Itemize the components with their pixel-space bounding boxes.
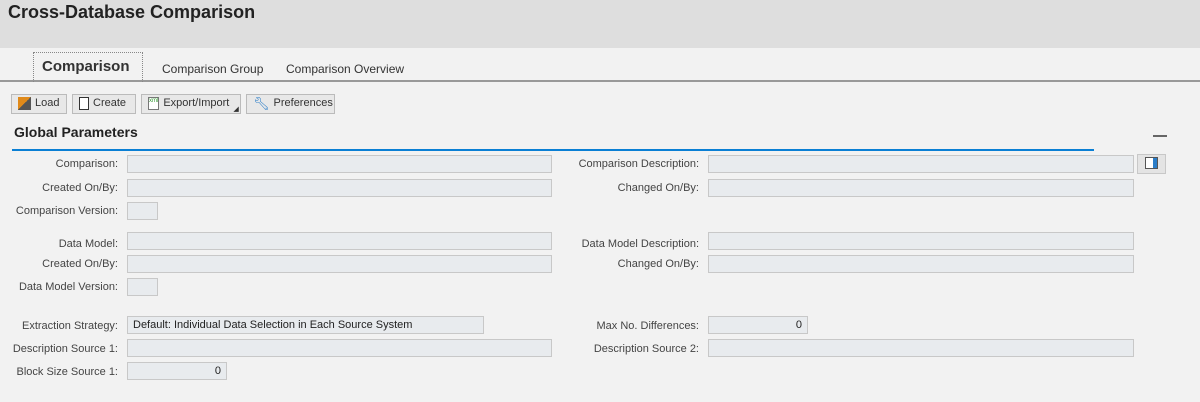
label: Max No. Differences:	[596, 320, 699, 332]
description-source-1-field[interactable]	[127, 339, 552, 357]
data-model-field[interactable]	[127, 232, 552, 250]
changed-on-by-field[interactable]	[708, 255, 1134, 273]
wrench-icon: 🔧︎	[253, 96, 270, 111]
tab-comparison-group[interactable]: Comparison Group	[162, 62, 263, 76]
data-model-description-field[interactable]	[708, 232, 1134, 250]
page-title: Cross-Database Comparison	[8, 2, 256, 22]
label: Comparison:	[55, 158, 118, 170]
created-on-by-field[interactable]	[127, 179, 552, 197]
block-size-source-1-field[interactable]: 0	[127, 362, 227, 380]
document-icon	[79, 97, 89, 110]
label: Changed On/By:	[617, 182, 699, 194]
data-model-version-field[interactable]	[127, 278, 158, 296]
preferences-button[interactable]: 🔧︎ Preferences	[246, 94, 335, 114]
export-import-button[interactable]: xml Export/Import ◢	[141, 94, 241, 114]
comparison-version-field[interactable]	[127, 202, 158, 220]
label: Changed On/By:	[617, 258, 699, 270]
xml-file-icon: xml	[148, 97, 160, 110]
edit-description-button[interactable]	[1137, 154, 1166, 174]
label: Data Model Description:	[581, 238, 699, 250]
description-source-2-field[interactable]	[708, 339, 1134, 357]
tab-bar: Comparison Comparison Group Comparison O…	[0, 48, 1200, 82]
extraction-strategy-field[interactable]: Default: Individual Data Selection in Ea…	[127, 316, 484, 334]
created-on-by-field[interactable]	[127, 255, 552, 273]
label: Data Model:	[58, 238, 118, 250]
section-title: Global Parameters	[14, 124, 138, 140]
changed-on-by-field[interactable]	[708, 179, 1134, 197]
create-button[interactable]: Create	[72, 94, 136, 114]
comparison-field[interactable]	[127, 155, 552, 173]
edit-icon	[1145, 157, 1158, 169]
label: Comparison Version:	[15, 205, 118, 217]
load-icon	[18, 97, 31, 110]
tab-comparison-overview[interactable]: Comparison Overview	[286, 62, 404, 76]
comparison-description-field[interactable]	[708, 155, 1134, 173]
label: Data Model Version:	[18, 281, 118, 293]
max-no-differences-field[interactable]: 0	[708, 316, 808, 334]
collapse-icon[interactable]	[1153, 135, 1167, 137]
section-divider	[12, 149, 1094, 151]
label: Block Size Source 1:	[16, 366, 119, 378]
dropdown-indicator-icon: ◢	[233, 106, 239, 113]
load-button[interactable]: Load	[11, 94, 67, 114]
tab-comparison[interactable]: Comparison	[33, 52, 143, 82]
label: Created On/By:	[42, 258, 118, 270]
app-header: Cross-Database Comparison	[0, 0, 1200, 48]
label: Created On/By:	[42, 182, 118, 194]
label: Extraction Strategy:	[22, 320, 118, 332]
label: Description Source 1:	[12, 343, 118, 355]
label: Comparison Description:	[578, 158, 699, 170]
label: Description Source 2:	[593, 343, 699, 355]
